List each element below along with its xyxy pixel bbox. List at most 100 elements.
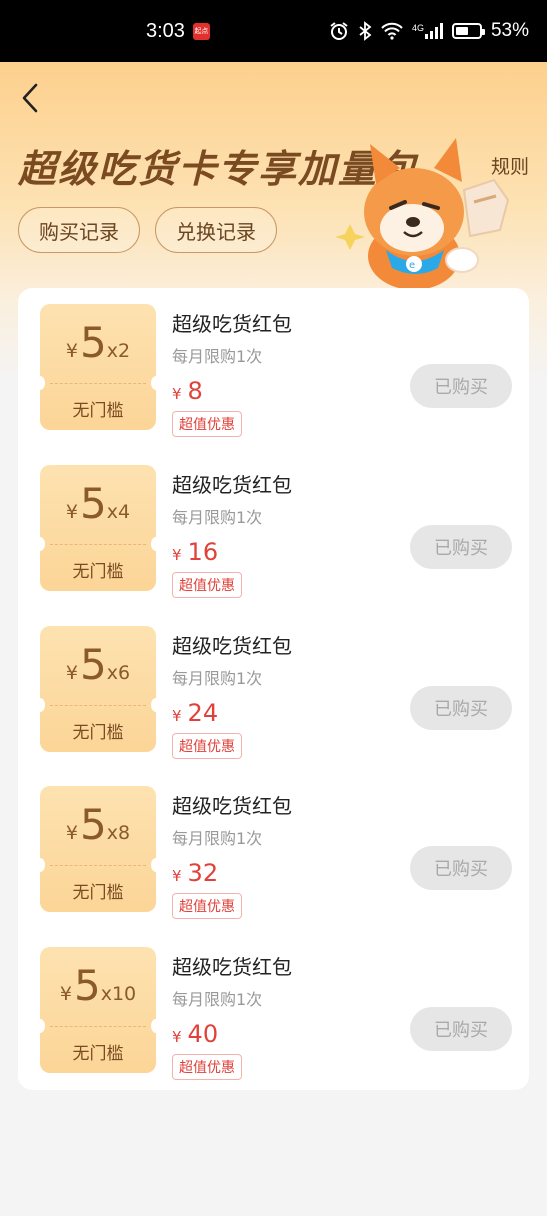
price-value: 32 [187,859,219,887]
coupon-divider [50,544,146,545]
discount-tag: 超值优惠 [172,733,242,759]
price-value: 16 [187,538,219,566]
status-right: 4G 53% [329,20,529,42]
coupon-multiplier: x8 [106,822,131,844]
shiba-mascot-illustration: e [336,138,510,288]
coupon-card: ¥ 5 x2 无门槛 [35,304,161,430]
package-name: 超级吃货红包 [172,955,292,979]
package-info: 超级吃货红包 每月限购1次 ¥ 32 超值优惠 [172,790,292,919]
coupon-card: ¥ 5 x4 无门槛 [35,465,161,591]
coupon-currency: ¥ [59,983,72,1005]
discount-tag: 超值优惠 [172,893,242,919]
back-button[interactable] [14,80,46,116]
price-value: 24 [187,699,219,727]
coupon-threshold: 无门槛 [72,401,124,421]
svg-text:e: e [409,260,415,271]
purchase-limit: 每月限购1次 [172,990,263,1009]
signal-icon: 4G [412,23,443,39]
network-type: 4G [411,23,424,33]
back-arrow-icon [22,83,38,113]
coupon-amount: ¥ 5 x6 [40,642,156,692]
exchange-records-button[interactable]: 兑换记录 [155,207,277,253]
purchased-button[interactable]: 已购买 [410,686,512,730]
coupon-amount: ¥ 5 x10 [40,963,156,1013]
coupon-amount: ¥ 5 x8 [40,802,156,852]
wifi-icon [381,22,403,40]
purchased-button[interactable]: 已购买 [410,846,512,890]
purchased-button[interactable]: 已购买 [410,364,512,408]
discount-tag: 超值优惠 [172,572,242,598]
coupon-value: 5 [73,961,101,1010]
price-currency: ¥ [172,707,182,725]
coupon-multiplier: x6 [106,662,131,684]
battery-icon [451,23,485,39]
coupon-divider [50,705,146,706]
coupon-card: ¥ 5 x8 无门槛 [35,786,161,912]
price-currency: ¥ [172,385,182,403]
price-currency: ¥ [172,546,182,564]
package-price: ¥ 8 [172,377,292,405]
coupon-card: ¥ 5 x6 无门槛 [35,626,161,752]
purchase-limit: 每月限购1次 [172,347,263,366]
package-info: 超级吃货红包 每月限购1次 ¥ 16 超值优惠 [172,469,292,598]
coupon-currency: ¥ [65,501,78,523]
battery-percent: 53% [490,20,529,41]
status-time: 3:03 [146,19,185,42]
coupon-divider [50,383,146,384]
package-info: 超级吃货红包 每月限购1次 ¥ 40 超值优惠 [172,951,292,1080]
package-name: 超级吃货红包 [172,634,292,658]
status-left: 3:03 起点 [146,20,210,43]
coupon-threshold: 无门槛 [72,723,124,743]
package-name: 超级吃货红包 [172,473,292,497]
app-notification-icon: 起点 [192,22,210,40]
coupon-currency: ¥ [65,822,78,844]
coupon-currency: ¥ [65,662,78,684]
purchased-button[interactable]: 已购买 [410,525,512,569]
package-price: ¥ 32 [172,859,292,887]
price-value: 40 [187,1020,219,1048]
package-item: ¥ 5 x10 无门槛 超级吃货红包 每月限购1次 ¥ 40 超值优惠 已购买 [18,931,529,1080]
package-price: ¥ 40 [172,1020,292,1048]
bluetooth-icon [358,21,372,41]
package-price: ¥ 24 [172,699,292,727]
package-item: ¥ 5 x6 无门槛 超级吃货红包 每月限购1次 ¥ 24 超值优惠 已购买 [18,610,529,759]
coupon-divider [50,1026,146,1027]
coupon-divider [50,865,146,866]
alarm-icon [329,21,349,41]
coupon-threshold: 无门槛 [72,562,124,582]
rules-link[interactable]: 规则 [491,152,529,179]
coupon-value: 5 [80,800,107,849]
coupon-currency: ¥ [65,340,78,362]
package-info: 超级吃货红包 每月限购1次 ¥ 24 超值优惠 [172,630,292,759]
discount-tag: 超值优惠 [172,1054,242,1080]
package-item: ¥ 5 x4 无门槛 超级吃货红包 每月限购1次 ¥ 16 超值优惠 已购买 [18,449,529,598]
price-currency: ¥ [172,1028,182,1046]
package-item: ¥ 5 x2 无门槛 超级吃货红包 每月限购1次 ¥ 8 超值优惠 已购买 [18,288,529,437]
coupon-multiplier: x2 [106,340,131,362]
package-name: 超级吃货红包 [172,794,292,818]
coupon-threshold: 无门槛 [72,883,124,903]
coupon-multiplier: x10 [100,983,137,1005]
coupon-card: ¥ 5 x10 无门槛 [35,947,161,1073]
package-list: ¥ 5 x2 无门槛 超级吃货红包 每月限购1次 ¥ 8 超值优惠 已购买 ¥ … [18,288,529,1090]
buy-records-button[interactable]: 购买记录 [18,207,140,253]
package-price: ¥ 16 [172,538,292,566]
coupon-value: 5 [80,640,107,689]
coupon-value: 5 [80,479,107,528]
package-info: 超级吃货红包 每月限购1次 ¥ 8 超值优惠 [172,308,292,437]
price-currency: ¥ [172,867,182,885]
purchase-limit: 每月限购1次 [172,669,263,688]
purchase-limit: 每月限购1次 [172,829,263,848]
coupon-value: 5 [80,318,107,367]
coupon-amount: ¥ 5 x2 [40,320,156,370]
status-bar: 3:03 起点 4G 53% [0,0,547,62]
price-value: 8 [187,377,203,405]
purchased-button[interactable]: 已购买 [410,1007,512,1051]
package-name: 超级吃货红包 [172,312,292,336]
purchase-limit: 每月限购1次 [172,508,263,527]
coupon-multiplier: x4 [106,501,131,523]
package-item: ¥ 5 x8 无门槛 超级吃货红包 每月限购1次 ¥ 32 超值优惠 已购买 [18,770,529,919]
discount-tag: 超值优惠 [172,411,242,437]
coupon-amount: ¥ 5 x4 [40,481,156,531]
coupon-threshold: 无门槛 [72,1044,124,1064]
